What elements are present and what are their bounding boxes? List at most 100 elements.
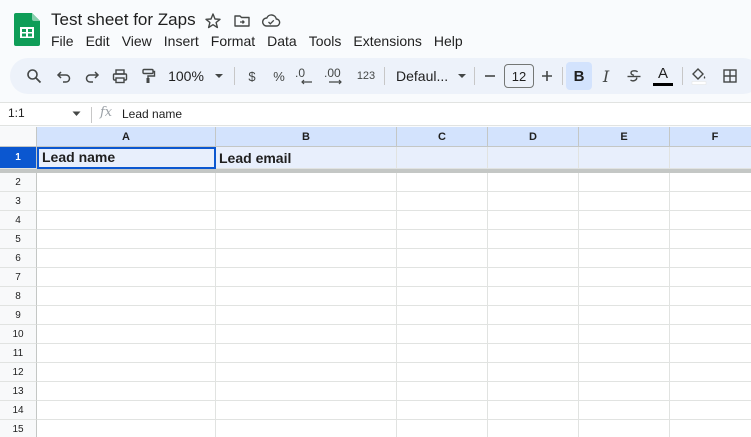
cell-f8[interactable]: [670, 287, 751, 306]
cell-d3[interactable]: [488, 192, 579, 211]
menu-view[interactable]: View: [122, 33, 158, 49]
cell-f11[interactable]: [670, 344, 751, 363]
undo-button[interactable]: [52, 62, 76, 90]
cloud-saved-icon[interactable]: [261, 12, 281, 30]
cell-c1[interactable]: [397, 147, 488, 169]
cell-d13[interactable]: [488, 382, 579, 401]
cell-e3[interactable]: [579, 192, 670, 211]
document-title[interactable]: Test sheet for Zaps: [51, 10, 196, 30]
cell-c12[interactable]: [397, 363, 488, 382]
cell-e2[interactable]: [579, 173, 670, 192]
cell-b2[interactable]: [216, 173, 397, 192]
formula-input[interactable]: Lead name: [122, 107, 182, 121]
row-header-14[interactable]: 14: [0, 401, 37, 420]
cell-a4[interactable]: [37, 211, 216, 230]
font-select[interactable]: Defaul...: [392, 62, 468, 90]
cell-f13[interactable]: [670, 382, 751, 401]
cell-b6[interactable]: [216, 249, 397, 268]
sheets-logo-icon[interactable]: [14, 13, 40, 46]
menu-help[interactable]: Help: [434, 33, 469, 49]
cell-d5[interactable]: [488, 230, 579, 249]
print-button[interactable]: [108, 62, 132, 90]
strikethrough-button[interactable]: [623, 62, 645, 90]
cell-c8[interactable]: [397, 287, 488, 306]
redo-button[interactable]: [80, 62, 104, 90]
row-header-3[interactable]: 3: [0, 192, 37, 211]
cell-f4[interactable]: [670, 211, 751, 230]
bold-button[interactable]: B: [566, 62, 592, 90]
cell-e13[interactable]: [579, 382, 670, 401]
cell-e1[interactable]: [579, 147, 670, 169]
row-header-6[interactable]: 6: [0, 249, 37, 268]
cell-a8[interactable]: [37, 287, 216, 306]
cell-e7[interactable]: [579, 268, 670, 287]
select-all-corner[interactable]: [0, 127, 37, 147]
column-header-b[interactable]: B: [216, 127, 397, 147]
menu-insert[interactable]: Insert: [164, 33, 205, 49]
cell-f6[interactable]: [670, 249, 751, 268]
star-icon[interactable]: [204, 12, 222, 30]
cell-d10[interactable]: [488, 325, 579, 344]
column-header-e[interactable]: E: [579, 127, 670, 147]
cell-f9[interactable]: [670, 306, 751, 325]
cell-f7[interactable]: [670, 268, 751, 287]
cell-c2[interactable]: [397, 173, 488, 192]
cell-e15[interactable]: [579, 420, 670, 437]
cell-a6[interactable]: [37, 249, 216, 268]
row-header-2[interactable]: 2: [0, 173, 37, 192]
more-formats-button[interactable]: 123: [354, 62, 378, 90]
move-to-folder-icon[interactable]: [233, 12, 251, 30]
cell-e8[interactable]: [579, 287, 670, 306]
fill-color-button[interactable]: [687, 62, 711, 90]
font-size-input[interactable]: 12: [504, 64, 534, 88]
cell-e14[interactable]: [579, 401, 670, 420]
cell-e10[interactable]: [579, 325, 670, 344]
cell-f14[interactable]: [670, 401, 751, 420]
cell-c4[interactable]: [397, 211, 488, 230]
cell-a5[interactable]: [37, 230, 216, 249]
borders-button[interactable]: [718, 62, 742, 90]
cell-a3[interactable]: [37, 192, 216, 211]
decrease-font-size-button[interactable]: [480, 62, 500, 90]
cell-d9[interactable]: [488, 306, 579, 325]
cell-a13[interactable]: [37, 382, 216, 401]
cell-b15[interactable]: [216, 420, 397, 437]
cell-e9[interactable]: [579, 306, 670, 325]
row-header-4[interactable]: 4: [0, 211, 37, 230]
name-box[interactable]: 1:1: [8, 106, 25, 120]
cell-b1[interactable]: Lead email: [216, 147, 397, 169]
cell-f10[interactable]: [670, 325, 751, 344]
cell-e12[interactable]: [579, 363, 670, 382]
cell-b8[interactable]: [216, 287, 397, 306]
cell-b4[interactable]: [216, 211, 397, 230]
decrease-decimal-button[interactable]: .0: [295, 62, 319, 90]
menu-format[interactable]: Format: [211, 33, 261, 49]
cell-d1[interactable]: [488, 147, 579, 169]
cell-c5[interactable]: [397, 230, 488, 249]
cell-b9[interactable]: [216, 306, 397, 325]
row-header-11[interactable]: 11: [0, 344, 37, 363]
row-header-9[interactable]: 9: [0, 306, 37, 325]
text-color-button[interactable]: A: [651, 62, 675, 90]
menu-tools[interactable]: Tools: [309, 33, 348, 49]
cell-d8[interactable]: [488, 287, 579, 306]
cell-c3[interactable]: [397, 192, 488, 211]
cell-c15[interactable]: [397, 420, 488, 437]
increase-decimal-button[interactable]: .00: [324, 62, 350, 90]
cell-b11[interactable]: [216, 344, 397, 363]
column-header-d[interactable]: D: [488, 127, 579, 147]
format-percent-button[interactable]: %: [269, 62, 289, 90]
cell-d7[interactable]: [488, 268, 579, 287]
cell-b7[interactable]: [216, 268, 397, 287]
cell-f3[interactable]: [670, 192, 751, 211]
cell-b12[interactable]: [216, 363, 397, 382]
cell-a1[interactable]: Lead name: [37, 147, 216, 169]
cell-b14[interactable]: [216, 401, 397, 420]
cell-c6[interactable]: [397, 249, 488, 268]
cell-a2[interactable]: [37, 173, 216, 192]
cell-f2[interactable]: [670, 173, 751, 192]
cell-b10[interactable]: [216, 325, 397, 344]
cell-c14[interactable]: [397, 401, 488, 420]
cell-a10[interactable]: [37, 325, 216, 344]
chevron-down-icon[interactable]: [72, 111, 81, 117]
